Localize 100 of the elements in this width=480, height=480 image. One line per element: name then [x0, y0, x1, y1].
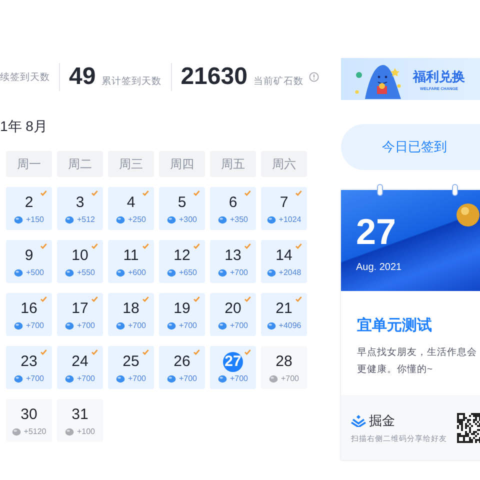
gem-icon	[116, 216, 125, 224]
day-cell[interactable]: 19 +700	[159, 293, 205, 336]
day-cell[interactable]: 20 +700	[210, 293, 256, 336]
reward-amount: +300	[178, 215, 198, 224]
weekday-header: 周四	[159, 151, 205, 177]
reward-amount: +700	[76, 374, 96, 383]
reward-amount: +700	[26, 374, 44, 383]
day-cell[interactable]: 26 +700	[159, 346, 205, 389]
day-number: 25	[122, 352, 140, 372]
day-cell[interactable]: 16 +700	[6, 293, 52, 336]
day-cell[interactable]: 7 +1024	[261, 187, 307, 230]
day-number: 12	[174, 246, 190, 266]
reward-amount: +700	[230, 321, 248, 330]
day-cell[interactable]: 28 +700	[261, 346, 307, 389]
checkmark-icon	[142, 243, 149, 249]
day-cell[interactable]: 11 +600	[108, 240, 154, 283]
gem-icon	[64, 428, 74, 436]
day-number: 28	[276, 352, 292, 372]
month-title: 1年 8月	[0, 118, 48, 136]
reward-amount: +350	[230, 215, 248, 224]
gem-icon	[64, 322, 74, 330]
day-number: 5	[178, 193, 186, 213]
reward-amount: +700	[230, 374, 248, 383]
day-cell[interactable]: 21 +4096	[261, 293, 307, 336]
gem-icon	[64, 374, 74, 382]
day-cell[interactable]: 10 +550	[57, 240, 103, 283]
gem-icon	[268, 374, 278, 382]
gem-icon	[14, 268, 23, 276]
day-cell[interactable]: 25 +700	[108, 346, 154, 389]
checkmark-icon	[91, 296, 98, 302]
day-cell[interactable]: 5 +300	[159, 187, 205, 230]
day-cell[interactable]: 23 +700	[6, 346, 52, 389]
day-cell[interactable]: 4 +250	[108, 187, 154, 230]
day-cell[interactable]: 31 +100	[57, 399, 103, 442]
checkmark-icon	[244, 190, 251, 196]
weekday-header: 周三	[108, 151, 154, 177]
day-cell[interactable]: 6 +350	[210, 187, 256, 230]
stat-label: 续签到天数	[0, 70, 50, 84]
gem-icon	[266, 268, 276, 276]
day-cell[interactable]: 17 +700	[57, 293, 103, 336]
checkmark-icon	[244, 243, 251, 249]
reward-amount: +700	[76, 321, 96, 330]
card-month: Aug. 2021	[356, 262, 402, 273]
day-cell[interactable]: 2 +150	[6, 187, 52, 230]
card-day: 27	[356, 212, 396, 252]
day-number: 2	[24, 193, 34, 213]
card-text: 早点找女朋友，生活作息会更健康。你懂的~	[357, 346, 478, 377]
checkmark-icon	[40, 190, 47, 196]
checkmark-icon	[40, 296, 47, 302]
binder-ring-icon	[452, 184, 458, 196]
checkmark-icon	[142, 349, 149, 355]
day-cell[interactable]: 12 +650	[159, 240, 205, 283]
day-number: 4	[126, 193, 136, 213]
gem-icon	[166, 268, 176, 276]
checkmark-icon	[193, 349, 200, 355]
day-cell[interactable]: 18 +700	[108, 293, 154, 336]
checkmark-icon	[244, 296, 251, 302]
day-number: 10	[72, 246, 88, 266]
stat-value: 49	[69, 63, 96, 91]
weekday-header: 周二	[57, 151, 103, 177]
reward-amount: +250	[128, 215, 146, 224]
day-number: 20	[224, 299, 242, 319]
gem-icon	[266, 216, 276, 224]
binder-ring-icon	[377, 184, 383, 196]
day-cell[interactable]: 9 +500	[6, 240, 52, 283]
day-cell[interactable]: 27 +700	[210, 346, 256, 389]
day-cell[interactable]: 14 +2048	[261, 240, 307, 283]
reward-amount: +700	[128, 321, 146, 330]
reward-amount: +150	[26, 215, 44, 224]
gem-icon	[166, 322, 176, 330]
day-cell[interactable]: 24 +700	[57, 346, 103, 389]
reward-amount: +4096	[278, 321, 302, 330]
gem-icon	[14, 216, 23, 224]
day-number: 31	[72, 405, 88, 425]
gem-icon	[218, 374, 227, 382]
reward-amount: +500	[26, 268, 44, 277]
gem-icon	[14, 374, 23, 382]
gem-icon	[266, 322, 276, 330]
checkmark-icon	[193, 296, 200, 302]
day-number: 21	[276, 299, 292, 319]
day-number: 24	[72, 352, 88, 372]
day-cell[interactable]: 13 +700	[210, 240, 256, 283]
reward-amount: +5120	[24, 427, 46, 436]
checkmark-icon	[193, 243, 200, 249]
checkmark-icon	[40, 349, 47, 355]
weekday-header: 周五	[210, 151, 256, 177]
day-number: 17	[72, 299, 88, 319]
checkmark-icon	[295, 190, 302, 196]
day-cell[interactable]: 30 +5120	[6, 399, 52, 442]
reward-amount: +700	[230, 268, 248, 277]
reward-amount: +700	[280, 374, 300, 383]
reward-amount: +700	[128, 374, 146, 383]
day-number: 30	[20, 405, 38, 425]
gem-icon	[64, 268, 74, 276]
stat-label: 累计签到天数	[102, 75, 162, 88]
checkmark-icon	[142, 296, 149, 302]
gem-icon	[218, 268, 227, 276]
gem-icon	[166, 216, 176, 224]
gem-icon	[12, 428, 21, 436]
day-cell[interactable]: 3 +512	[57, 187, 103, 230]
